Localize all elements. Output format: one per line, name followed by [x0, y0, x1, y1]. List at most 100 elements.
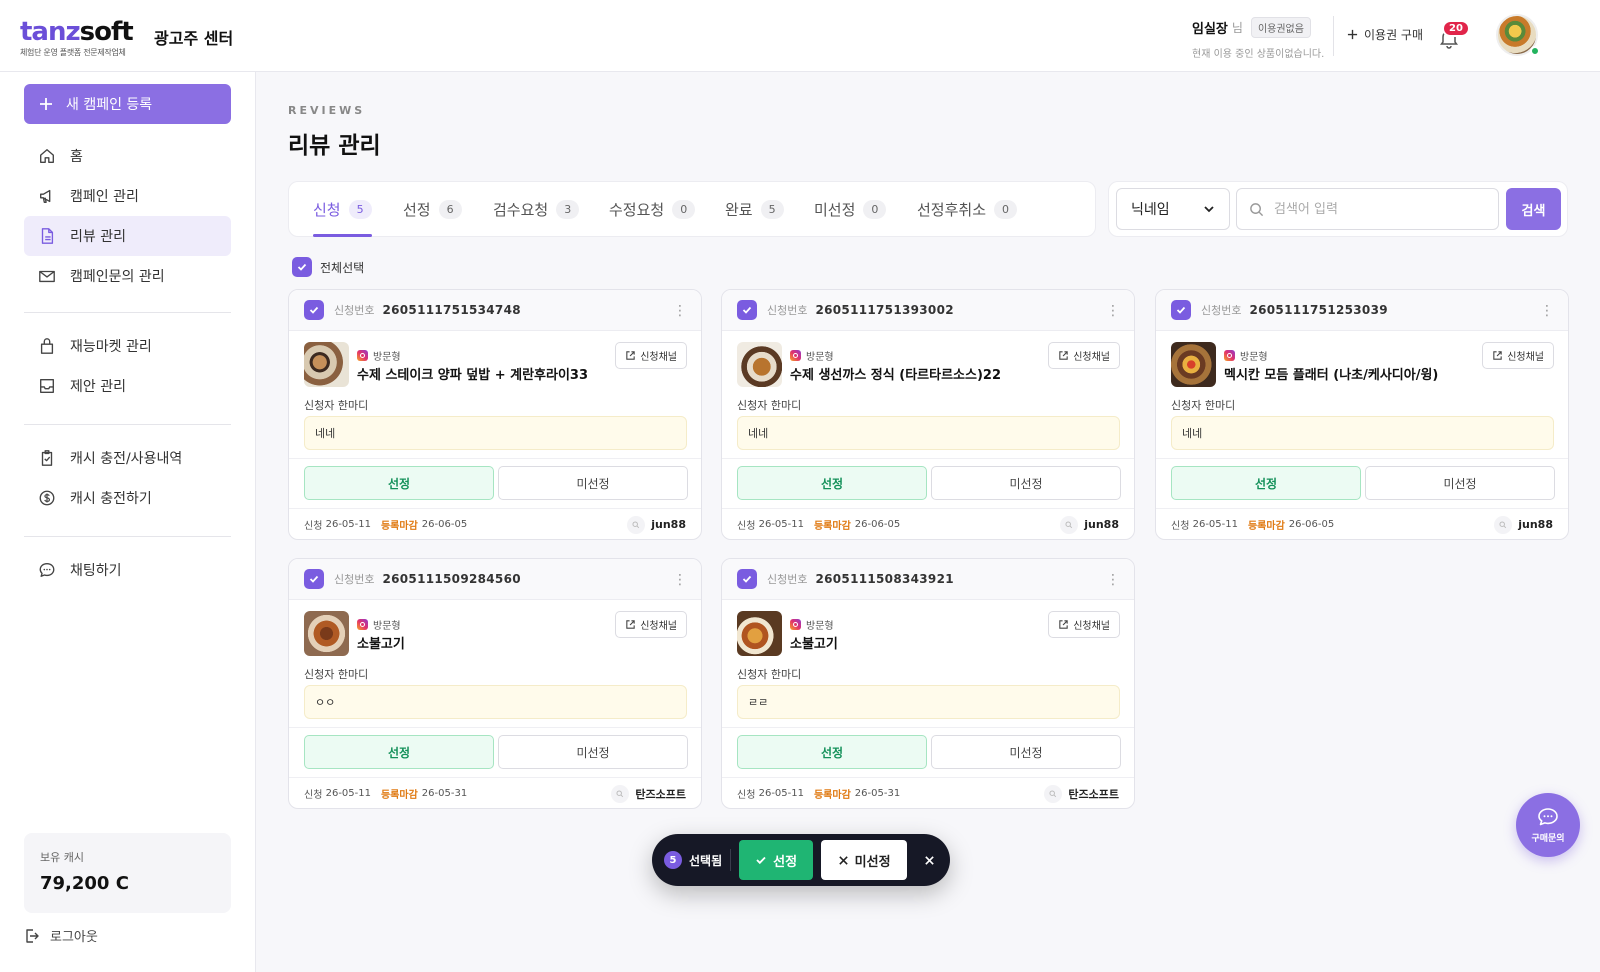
search-button[interactable]: 검색: [1506, 188, 1561, 230]
sidebar-item-talent-market[interactable]: 재능마켓 관리: [24, 326, 231, 366]
card-checkbox[interactable]: [737, 569, 757, 589]
new-campaign-button[interactable]: 새 캠페인 등록: [24, 84, 231, 124]
bulk-select-label: 선정: [773, 854, 798, 870]
applied-label: 신청: [737, 521, 756, 532]
search-input[interactable]: [1274, 201, 1474, 217]
tab-label: 선정후취소: [917, 200, 987, 219]
close-action-bar-icon[interactable]: [921, 852, 937, 868]
application-channel-button[interactable]: 신청채널: [615, 611, 687, 638]
search-field[interactable]: [1236, 188, 1499, 230]
logout-button[interactable]: 로그아웃: [24, 926, 98, 945]
tab-completed[interactable]: 완료 5: [725, 182, 784, 236]
status-tabs: 신청 5 선정 6 검수요청 3 수정요청 0 완료 5 미선정 0 선정후취소 0: [288, 181, 1096, 237]
applicant-message-label: 신청자 한마디: [304, 668, 369, 681]
unselect-button[interactable]: 미선정: [931, 735, 1121, 769]
select-button[interactable]: 선정: [304, 466, 494, 500]
select-button[interactable]: 선정: [304, 735, 494, 769]
tab-inspection-request[interactable]: 검수요청 3: [493, 182, 580, 236]
select-button[interactable]: 선정: [737, 466, 927, 500]
applied-label: 신청: [304, 521, 323, 532]
deadline-label: 등록마감: [1247, 521, 1285, 532]
tab-not-selected[interactable]: 미선정 0: [814, 182, 887, 236]
cash-balance-label: 보유 캐시: [40, 851, 84, 864]
applicant: jun88: [1060, 515, 1119, 534]
select-all-checkbox[interactable]: [292, 257, 312, 277]
more-options-icon[interactable]: ⋮: [673, 571, 687, 589]
inbox-icon: [40, 379, 54, 393]
card-footer: 신청 26-05-11 등록마감 26-05-31 탄즈소프트: [722, 777, 1134, 808]
unselect-button[interactable]: 미선정: [498, 735, 688, 769]
card-footer: 신청 26-05-11 등록마감 26-06-05 jun88: [1156, 508, 1568, 539]
card-checkbox[interactable]: [304, 569, 324, 589]
select-all[interactable]: 전체선택: [292, 257, 364, 277]
application-channel-button[interactable]: 신청채널: [1482, 342, 1554, 369]
home-icon: [40, 149, 54, 163]
check-icon: [1176, 306, 1186, 314]
more-options-icon[interactable]: ⋮: [1540, 302, 1554, 320]
tab-selected[interactable]: 선정 6: [403, 182, 462, 236]
sidebar-item-label: 캠페인문의 관리: [70, 269, 165, 285]
sidebar-item-proposals[interactable]: 제안 관리: [24, 366, 231, 406]
deadline-date: 26-06-05: [421, 519, 468, 530]
sidebar-item-cash-history[interactable]: 캐시 충전/사용내역: [24, 438, 231, 478]
sidebar-item-cash-charge[interactable]: 캐시 충전하기: [24, 478, 231, 518]
tab-cancelled-after-selection[interactable]: 선정후취소 0: [917, 182, 1018, 236]
applicant-avatar-icon: [1060, 515, 1079, 534]
unselect-button[interactable]: 미선정: [498, 466, 688, 500]
brand-logo[interactable]: tanzsoft 체험단 운영 플랫폼 전문제작업체: [20, 18, 134, 58]
tab-count: 3: [556, 199, 580, 219]
select-button[interactable]: 선정: [1171, 466, 1361, 500]
sidebar-item-home[interactable]: 홈: [24, 136, 231, 176]
unselect-button[interactable]: 미선정: [1365, 466, 1555, 500]
more-options-icon[interactable]: ⋮: [673, 302, 687, 320]
application-channel-button[interactable]: 신청채널: [615, 342, 687, 369]
campaign-thumbnail: [737, 342, 782, 387]
application-channel-button[interactable]: 신청채널: [1048, 342, 1120, 369]
new-campaign-label: 새 캠페인 등록: [66, 97, 153, 113]
applied-label: 신청: [304, 790, 323, 801]
more-options-icon[interactable]: ⋮: [1106, 302, 1120, 320]
tab-applied[interactable]: 신청 5: [313, 182, 372, 237]
campaign-type: 방문형: [357, 617, 401, 632]
sidebar-divider: [24, 536, 231, 537]
card-divider: [289, 458, 701, 459]
application-channel-button[interactable]: 신청채널: [1048, 611, 1120, 638]
card-checkbox[interactable]: [304, 300, 324, 320]
campaign-type-label: 방문형: [373, 352, 401, 363]
buy-pass-button[interactable]: 이용권 구매: [1347, 26, 1423, 43]
more-options-icon[interactable]: ⋮: [1106, 571, 1120, 589]
sidebar-item-campaigns[interactable]: 캠페인 관리: [24, 176, 231, 216]
purchase-inquiry-button[interactable]: 구매문의: [1516, 793, 1580, 857]
check-icon: [756, 856, 766, 865]
sidebar-item-reviews[interactable]: 리뷰 관리: [24, 216, 231, 256]
applicant-avatar-icon: [1044, 784, 1063, 803]
user-suffix: 님: [1231, 21, 1243, 35]
bulk-unselect-button[interactable]: 미선정: [821, 840, 908, 880]
applicant-avatar-icon: [627, 515, 646, 534]
bulk-select-button[interactable]: 선정: [739, 840, 814, 880]
applied-label: 신청: [1171, 521, 1190, 532]
application-number-label: 신청번호: [334, 304, 375, 317]
page-title: 리뷰 관리: [288, 133, 381, 159]
card-header: 신청번호 2605111751253039 ⋮: [1156, 290, 1568, 331]
search-filter-select[interactable]: 닉네임: [1116, 188, 1230, 230]
sidebar-item-chat[interactable]: 채팅하기: [24, 550, 231, 590]
tab-revision-request[interactable]: 수정요청 0: [609, 182, 696, 236]
application-number: 2605111509284560: [382, 572, 521, 586]
card-checkbox[interactable]: [1171, 300, 1191, 320]
applicant-name: jun88: [1084, 518, 1119, 531]
chevron-down-icon: [1204, 206, 1214, 213]
search-panel: 닉네임 검색: [1108, 181, 1568, 237]
application-channel-label: 신청채널: [640, 352, 677, 363]
plus-icon: [1347, 29, 1358, 40]
tab-label: 미선정: [814, 200, 856, 219]
document-icon: [41, 228, 54, 244]
card-checkbox[interactable]: [737, 300, 757, 320]
applied-date: 26-05-11: [325, 788, 371, 799]
applicant-message: ㅇㅇ: [304, 685, 687, 719]
check-icon: [742, 306, 752, 314]
unselect-button[interactable]: 미선정: [931, 466, 1121, 500]
dollar-icon: [39, 490, 55, 506]
sidebar-item-inquiries[interactable]: 캠페인문의 관리: [24, 256, 231, 296]
select-button[interactable]: 선정: [737, 735, 927, 769]
